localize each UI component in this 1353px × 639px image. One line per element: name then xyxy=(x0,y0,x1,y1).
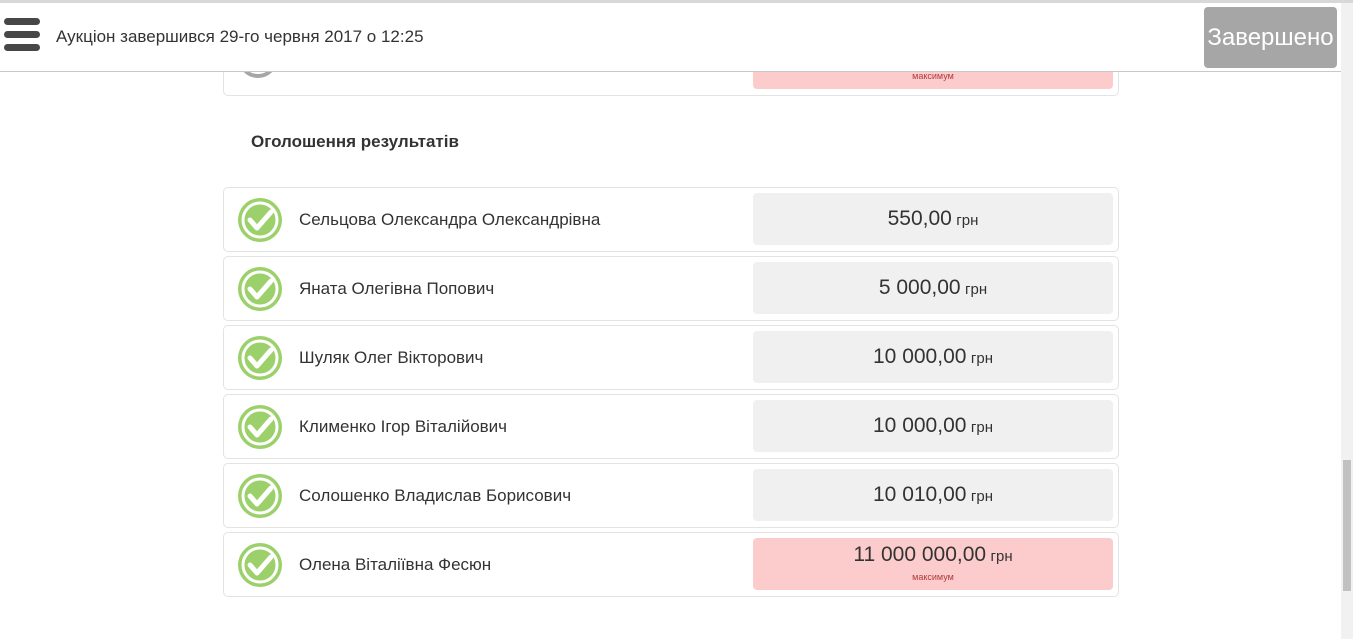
bid-line: 550,00 грн xyxy=(753,207,1113,231)
bid-box: 10 010,00 грн xyxy=(753,469,1113,521)
check-circle-icon xyxy=(238,543,282,587)
finished-status-button[interactable]: Завершено xyxy=(1204,7,1337,68)
result-row: Солошенко Владислав Борисович 10 010,00 г… xyxy=(223,463,1119,528)
bid-line: 11 000 000,00 грн xyxy=(753,543,1113,567)
result-row: Олена Віталіївна Фесюн 11 000 000,00 грн м… xyxy=(223,532,1119,597)
result-row: Яната Олегівна Попович 5 000,00 грн xyxy=(223,256,1119,321)
check-circle-icon xyxy=(238,405,282,449)
bid-box: 550,00 грн xyxy=(753,193,1113,245)
bidder-name: Олена Віталіївна Фесюн xyxy=(299,555,492,574)
bid-line: 10 000,00 грн xyxy=(753,414,1113,438)
top-header: Аукціон завершився 29-го червня 2017 о 1… xyxy=(0,3,1341,72)
bid-box: 10 000,00 грн xyxy=(753,400,1113,452)
bidder-name: Шуляк Олег Вікторович xyxy=(299,348,484,367)
bid-line: 10 010,00 грн xyxy=(753,483,1113,507)
max-bid-label: максимум xyxy=(912,572,954,582)
main-content: максимум Оголошення результатів Сельцова… xyxy=(0,0,1341,639)
bidder-name: Яната Олегівна Попович xyxy=(299,279,495,298)
check-circle-icon xyxy=(238,336,282,380)
bid-amount: 5 000,00 xyxy=(878,276,961,299)
bid-amount: 10 000,00 xyxy=(873,345,967,368)
result-row: Клименко Ігор Віталійович 10 000,00 грн xyxy=(223,394,1119,459)
results-section-title: Оголошення результатів xyxy=(251,132,459,151)
check-circle-icon xyxy=(238,474,282,518)
bid-currency: грн xyxy=(965,281,988,298)
check-circle-icon xyxy=(238,267,282,311)
bid-amount: 10 000,00 xyxy=(873,414,967,437)
bid-amount: 11 000 000,00 xyxy=(853,543,987,566)
bidder-name: Клименко Ігор Віталійович xyxy=(299,417,508,436)
bid-amount: 550,00 xyxy=(887,207,952,230)
bid-currency: грн xyxy=(970,350,993,367)
bid-box: 5 000,00 грн xyxy=(753,262,1113,314)
result-row: Сельцова Олександра Олександрівна 550,00 … xyxy=(223,187,1119,252)
page-scrollbar[interactable] xyxy=(1341,3,1353,639)
hamburger-menu-icon[interactable] xyxy=(4,18,40,52)
scrollbar-thumb[interactable] xyxy=(1343,460,1351,591)
auction-finished-title: Аукціон завершився 29-го червня 2017 о 1… xyxy=(56,27,424,46)
bid-currency: грн xyxy=(970,419,993,436)
bidder-name: Сельцова Олександра Олександрівна xyxy=(299,210,601,229)
bid-currency: грн xyxy=(956,212,979,229)
bid-currency: грн xyxy=(990,548,1013,565)
check-circle-icon xyxy=(238,198,282,242)
bid-line: 10 000,00 грн xyxy=(753,345,1113,369)
bid-line: 5 000,00 грн xyxy=(753,276,1113,300)
max-bid-box: 11 000 000,00 грн максимум xyxy=(753,538,1113,590)
result-row: Шуляк Олег Вікторович 10 000,00 грн xyxy=(223,325,1119,390)
bid-box: 10 000,00 грн xyxy=(753,331,1113,383)
bidder-name: Солошенко Владислав Борисович xyxy=(299,486,572,505)
bid-currency: грн xyxy=(970,488,993,505)
bid-amount: 10 010,00 xyxy=(873,483,967,506)
previous-max-label: максимум xyxy=(912,71,954,81)
